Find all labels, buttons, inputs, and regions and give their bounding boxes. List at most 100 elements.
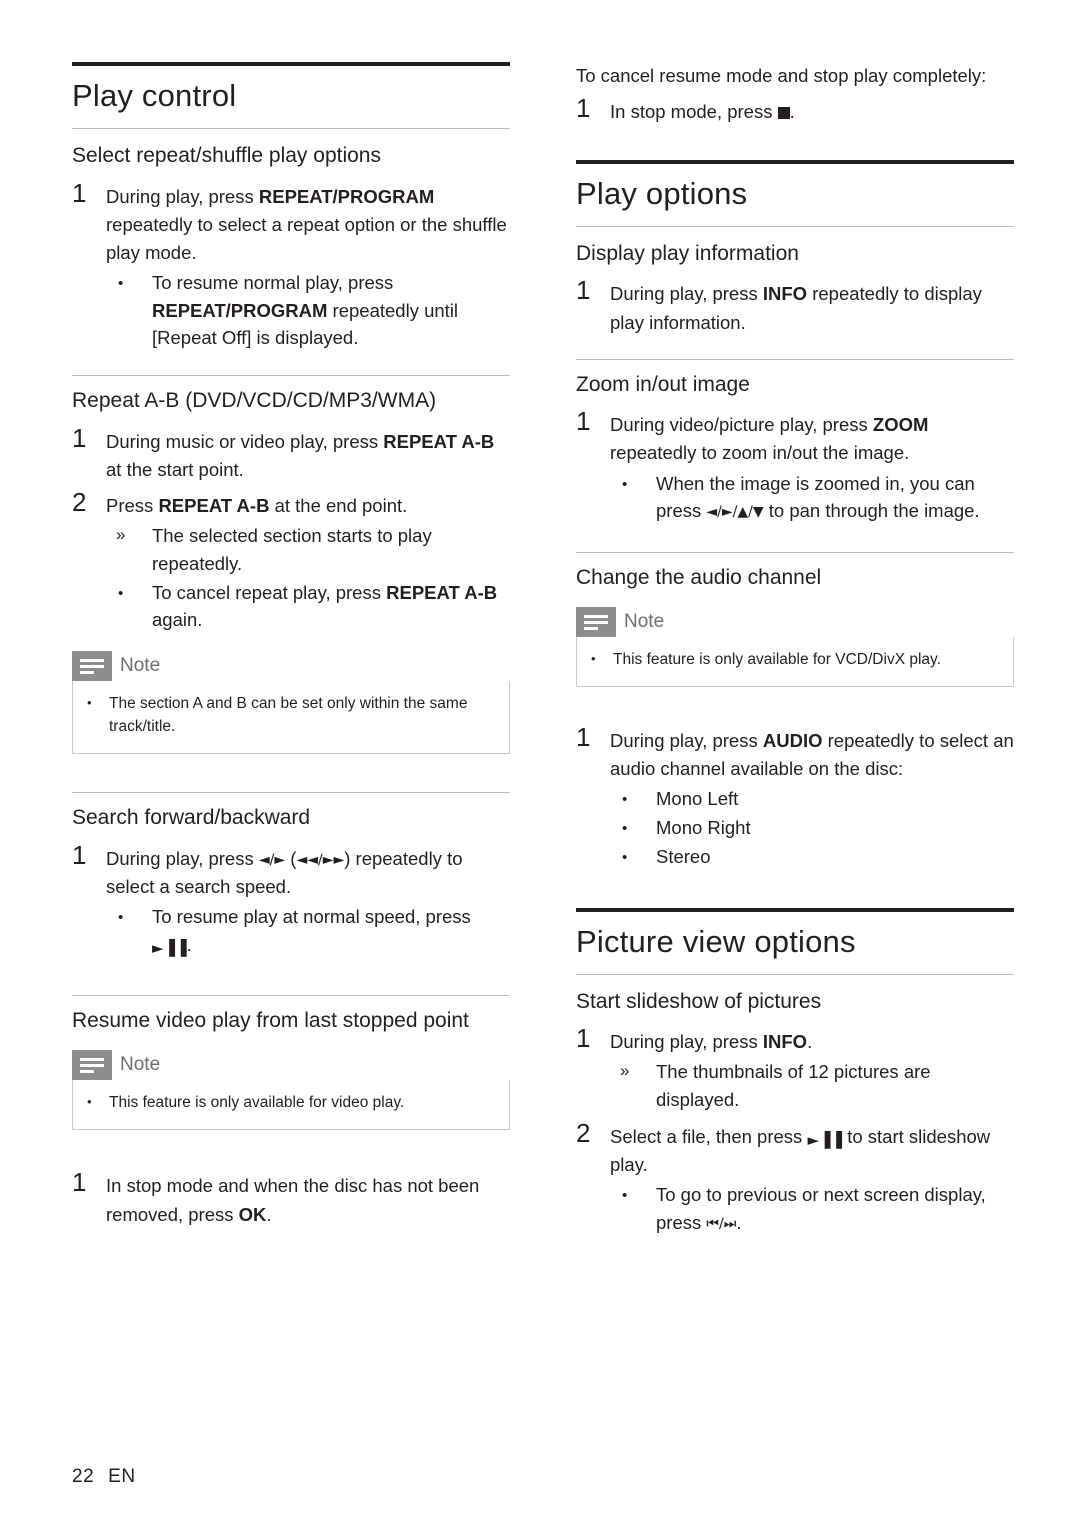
note-label: Note bbox=[120, 1054, 161, 1075]
result-text: The thumbnails of 12 pictures are displa… bbox=[656, 1061, 931, 1111]
step-text-part: Press bbox=[106, 495, 159, 517]
key-label: REPEAT A-B bbox=[386, 581, 498, 603]
step-item: 1 During play, press REPEAT/PROGRAM repe… bbox=[72, 179, 510, 354]
step-number: 1 bbox=[576, 406, 591, 437]
note-body: The section A and B can be set only with… bbox=[72, 681, 510, 755]
result-text: The selected section starts to play repe… bbox=[152, 525, 432, 574]
note-text: This feature is only available for VCD/D… bbox=[613, 650, 941, 668]
direction-pad-arrows-icon: ◄/►/▲/▼ bbox=[706, 504, 764, 521]
note-block: Note This feature is only available for … bbox=[72, 1050, 510, 1131]
note-block: Note This feature is only available for … bbox=[576, 606, 1014, 688]
page-title-picture-view-options: Picture view options bbox=[576, 923, 856, 959]
heading-repeat-ab: Repeat A-B (DVD/VCD/CD/MP3/WMA) bbox=[72, 389, 437, 413]
step-text-part: at the end point. bbox=[269, 495, 408, 517]
step-text: Select a file, then press ►▐▐ to start s… bbox=[610, 1119, 1014, 1238]
audio-option-mono-left: Mono Left bbox=[656, 788, 739, 810]
step-text: During play, press INFO. » The thumbnail… bbox=[610, 1024, 1014, 1115]
step-number: 1 bbox=[576, 275, 591, 306]
bullet-item: To cancel repeat play, press REPEAT A-B … bbox=[106, 579, 510, 635]
key-label: AUDIO bbox=[762, 730, 823, 752]
right-column: To cancel resume mode and stop play comp… bbox=[576, 62, 1014, 1242]
bullet-text-part: To cancel repeat play, press bbox=[152, 581, 387, 603]
key-label: REPEAT A-B bbox=[383, 430, 495, 452]
bullet-dot-icon bbox=[610, 843, 656, 871]
step-text: In stop mode and when the disc has not b… bbox=[106, 1168, 510, 1228]
result-item: » The selected section starts to play re… bbox=[106, 522, 510, 578]
title-rule-bottom bbox=[72, 128, 510, 129]
step-text: During play, press REPEAT/PROGRAM repeat… bbox=[106, 179, 510, 354]
step-number: 2 bbox=[72, 487, 87, 518]
bullet-dot-icon bbox=[610, 470, 656, 498]
step-item: 1 During video/picture play, press ZOOM … bbox=[576, 407, 1014, 526]
step-text: During play, press INFO repeatedly to di… bbox=[610, 276, 1014, 336]
bullet-dot-icon bbox=[83, 1092, 109, 1114]
note-header: Note bbox=[576, 606, 1014, 637]
title-rule-top bbox=[72, 62, 510, 66]
play-pause-icon: ►▐▐ bbox=[152, 938, 187, 957]
bullet-item: The section A and B can be set only with… bbox=[83, 693, 495, 738]
note-text: The section A and B can be set only with… bbox=[109, 695, 468, 735]
document-page: Play control Select repeat/shuffle play … bbox=[0, 0, 1080, 1528]
double-arrow-icon: » bbox=[116, 525, 126, 545]
bullet-list: When the image is zoomed in, you can pre… bbox=[610, 470, 1014, 526]
bullet-dot-icon bbox=[610, 1181, 656, 1209]
section-divider bbox=[576, 552, 1014, 554]
step-text-part: In stop mode, press bbox=[610, 100, 778, 122]
step-number: 1 bbox=[72, 1167, 87, 1198]
left-column: Play control Select repeat/shuffle play … bbox=[72, 62, 510, 1233]
fast-forward-rewind-icon: ◄◄/►► bbox=[296, 851, 345, 868]
note-text: This feature is only available for video… bbox=[109, 1094, 405, 1111]
step-number: 1 bbox=[576, 92, 591, 123]
step-text-part: . bbox=[789, 100, 795, 122]
title-rule-bottom bbox=[576, 225, 1014, 227]
step-item: 1 In stop mode, press . bbox=[576, 94, 1014, 126]
section-divider bbox=[72, 792, 510, 794]
step-text: During play, press AUDIO repeatedly to s… bbox=[610, 723, 1014, 871]
bullet-text-part: To resume play at normal speed, press bbox=[152, 905, 471, 927]
step-text-part: . bbox=[266, 1203, 272, 1225]
page-title-play-control: Play control bbox=[72, 78, 237, 113]
step-item: 1 During play, press INFO. » The thumbna… bbox=[576, 1024, 1014, 1115]
section-divider bbox=[576, 358, 1014, 360]
bullet-text-part: . bbox=[736, 1211, 742, 1233]
stop-square-icon bbox=[777, 106, 790, 119]
page-footer: 22 EN bbox=[72, 1466, 136, 1488]
step-item: 1 During play, press INFO repeatedly to … bbox=[576, 276, 1014, 336]
step-number: 1 bbox=[576, 722, 591, 753]
bullet-dot-icon bbox=[610, 785, 656, 813]
key-label: REPEAT A-B bbox=[158, 495, 270, 517]
step-text-part: ( bbox=[285, 847, 297, 869]
prev-next-arrows-icon: ◄/► bbox=[258, 851, 286, 868]
page-title-play-options: Play options bbox=[576, 175, 748, 211]
bullet-text-part: To resume normal play, press bbox=[152, 271, 394, 293]
bullet-dot-icon bbox=[106, 269, 152, 297]
bullet-list: To resume normal play, press REPEAT/PROG… bbox=[106, 269, 510, 352]
section-divider bbox=[72, 995, 510, 997]
double-arrow-icon: » bbox=[620, 1061, 630, 1081]
step-text-part: During play, press bbox=[610, 730, 763, 752]
bullet-dot-icon bbox=[587, 649, 613, 671]
result-item: » The thumbnails of 12 pictures are disp… bbox=[610, 1058, 1014, 1114]
bullet-item: This feature is only available for VCD/D… bbox=[587, 649, 999, 671]
bullet-text-part: . bbox=[186, 933, 192, 955]
title-rule-bottom bbox=[576, 973, 1014, 975]
note-header: Note bbox=[72, 1050, 510, 1080]
bullet-text: To go to previous or next screen display… bbox=[656, 1181, 1014, 1237]
title-rule-top bbox=[576, 907, 1014, 912]
step-text-part: . bbox=[807, 1031, 813, 1053]
bullet-item: Mono Left bbox=[610, 785, 1014, 813]
step-text: In stop mode, press . bbox=[610, 94, 1014, 126]
sub-list: » The selected section starts to play re… bbox=[106, 522, 510, 634]
step-number: 1 bbox=[72, 422, 87, 453]
bullet-item: Mono Right bbox=[610, 814, 1014, 842]
note-block: Note The section A and B can be set only… bbox=[72, 651, 510, 755]
note-header: Note bbox=[72, 651, 510, 682]
key-label: OK bbox=[238, 1203, 267, 1225]
note-label: Note bbox=[120, 655, 161, 677]
step-item: 1 During play, press AUDIO repeatedly to… bbox=[576, 723, 1014, 871]
step-number: 1 bbox=[576, 1023, 591, 1054]
step-item: 2 Select a file, then press ►▐▐ to start… bbox=[576, 1119, 1014, 1238]
bullet-list: To resume play at normal speed, press ►▐… bbox=[106, 903, 510, 959]
bullet-item: This feature is only available for video… bbox=[83, 1092, 495, 1114]
heading-display-play-information: Display play information bbox=[576, 241, 799, 265]
